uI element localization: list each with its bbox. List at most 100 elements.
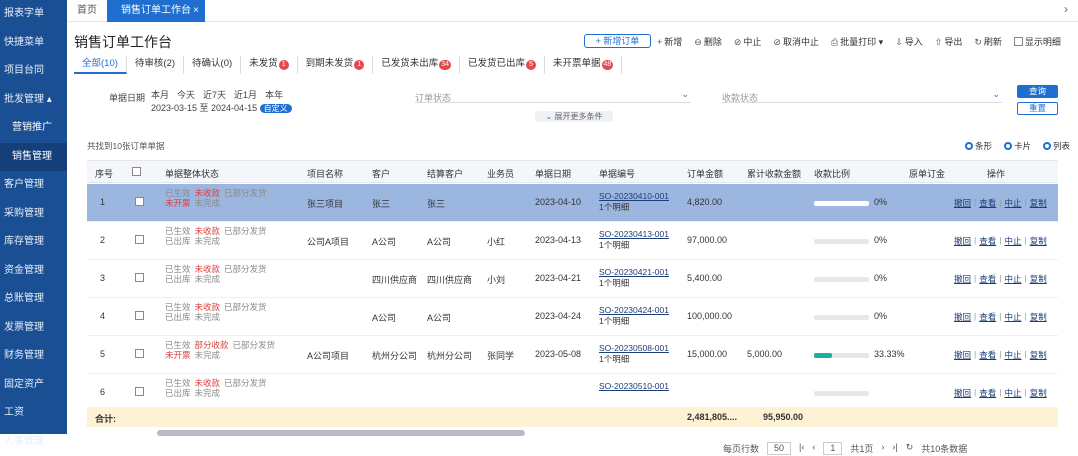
table-row[interactable]: 6已生效未收款已部分发货已出库未完成SO-20230510-001撤回|查看|中… bbox=[87, 374, 1058, 410]
expand-filters-button[interactable]: ⌄ 展开更多条件 bbox=[535, 111, 613, 122]
row-action-0[interactable]: 撤回 bbox=[954, 387, 971, 399]
status-tab-2[interactable]: 待确认(0) bbox=[184, 56, 241, 74]
row-action-1[interactable]: 查看 bbox=[979, 349, 996, 361]
table-row[interactable]: 1已生效未收款已部分发货未开票未完成张三项目张三张三2023-04-10SO-2… bbox=[87, 184, 1058, 222]
new-order-button[interactable]: + 新增订单 bbox=[584, 34, 651, 48]
date-option-2[interactable]: 近7天 bbox=[203, 88, 226, 101]
status-tab-6[interactable]: 已发货已出库5 bbox=[460, 56, 545, 74]
view-option-1[interactable]: 卡片 bbox=[1004, 140, 1031, 152]
last-page-icon[interactable]: ›| bbox=[892, 442, 897, 455]
status-tab-0[interactable]: 全部(10) bbox=[74, 56, 127, 74]
row-action-3[interactable]: 复制 bbox=[1030, 197, 1047, 209]
row-checkbox[interactable] bbox=[135, 311, 146, 321]
row-checkbox[interactable] bbox=[135, 349, 146, 359]
first-page-icon[interactable]: |‹ bbox=[799, 442, 804, 455]
date-option-3[interactable]: 近1月 bbox=[234, 88, 257, 101]
sidebar-item-4[interactable]: 营销推广 bbox=[0, 114, 67, 143]
order-number-link[interactable]: SO-20230424-001 bbox=[599, 305, 669, 316]
row-action-2[interactable]: 中止 bbox=[1004, 197, 1021, 209]
status-tab-1[interactable]: 待审核(2) bbox=[127, 56, 184, 74]
tab-sales-order-workbench[interactable]: 销售订单工作台 × bbox=[107, 0, 205, 22]
next-page-icon[interactable]: › bbox=[881, 442, 884, 455]
sidebar-item-9[interactable]: 资金管理 bbox=[0, 257, 67, 286]
status-tab-3[interactable]: 未发货1 bbox=[241, 56, 298, 74]
row-action-2[interactable]: 中止 bbox=[1004, 349, 1021, 361]
sidebar-item-0[interactable]: 报表字单 bbox=[0, 0, 67, 29]
row-action-3[interactable]: 复制 bbox=[1030, 387, 1047, 399]
sidebar-item-5[interactable]: 销售管理 bbox=[0, 143, 67, 172]
order-number-link[interactable]: SO-20230510-001 bbox=[599, 381, 669, 392]
sidebar-item-13[interactable]: 固定资产 bbox=[0, 371, 67, 400]
view-option-2[interactable]: 列表 bbox=[1043, 140, 1070, 152]
row-action-1[interactable]: 查看 bbox=[979, 311, 996, 323]
table-row[interactable]: 2已生效未收款已部分发货已出库未完成公司A项目A公司A公司小红2023-04-1… bbox=[87, 222, 1058, 260]
row-action-1[interactable]: 查看 bbox=[979, 273, 996, 285]
order-number[interactable]: SO-20230410-0011个明细 bbox=[599, 191, 669, 213]
toolbar-button-7[interactable]: ↻刷新 bbox=[974, 35, 1002, 49]
view-option-0[interactable]: 条形 bbox=[965, 140, 992, 152]
sidebar-item-12[interactable]: 财务管理 bbox=[0, 342, 67, 371]
row-action-0[interactable]: 撤回 bbox=[954, 311, 971, 323]
row-checkbox[interactable] bbox=[135, 197, 146, 207]
order-number[interactable]: SO-20230413-0011个明细 bbox=[599, 229, 669, 251]
row-action-0[interactable]: 撤回 bbox=[954, 235, 971, 247]
row-action-0[interactable]: 撤回 bbox=[954, 349, 971, 361]
query-button[interactable]: 查询 bbox=[1017, 85, 1058, 98]
sidebar-item-10[interactable]: 总账管理 bbox=[0, 285, 67, 314]
row-action-1[interactable]: 查看 bbox=[979, 387, 996, 399]
toolbar-button-3[interactable]: ⊘取消中止 bbox=[773, 35, 819, 49]
sidebar-item-11[interactable]: 发票管理 bbox=[0, 314, 67, 343]
date-range[interactable]: 2023-03-15 至 2024-04-15 自定义 bbox=[151, 101, 292, 114]
chevron-right-icon[interactable]: › bbox=[1064, 2, 1068, 16]
toolbar-button-2[interactable]: ⊘中止 bbox=[734, 35, 762, 49]
table-row[interactable]: 4已生效未收款已部分发货已出库未完成A公司A公司2023-04-24SO-202… bbox=[87, 298, 1058, 336]
refresh-icon[interactable]: ↻ bbox=[906, 442, 914, 455]
row-action-2[interactable]: 中止 bbox=[1004, 273, 1021, 285]
column-header-1[interactable] bbox=[132, 167, 143, 177]
row-checkbox[interactable] bbox=[135, 387, 146, 397]
order-number[interactable]: SO-20230421-0011个明细 bbox=[599, 267, 669, 289]
row-action-0[interactable]: 撤回 bbox=[954, 273, 971, 285]
page-size-select[interactable]: 50 bbox=[767, 442, 791, 455]
toolbar-button-5[interactable]: ⇩导入 bbox=[895, 35, 923, 49]
sidebar-item-7[interactable]: 采购管理 bbox=[0, 200, 67, 229]
sidebar-item-8[interactable]: 库存管理 bbox=[0, 228, 67, 257]
table-row[interactable]: 3已生效未收款已部分发货已出库未完成四川供应商四川供应商小刘2023-04-21… bbox=[87, 260, 1058, 298]
row-checkbox[interactable] bbox=[135, 235, 146, 245]
order-number-link[interactable]: SO-20230508-001 bbox=[599, 343, 669, 354]
horizontal-scrollbar[interactable] bbox=[157, 430, 525, 436]
row-action-1[interactable]: 查看 bbox=[979, 197, 996, 209]
sidebar-item-3[interactable]: 批发管理 ▴ bbox=[0, 86, 67, 115]
toolbar-button-0[interactable]: +新增 bbox=[657, 35, 682, 49]
row-action-1[interactable]: 查看 bbox=[979, 235, 996, 247]
row-action-2[interactable]: 中止 bbox=[1004, 311, 1021, 323]
date-option-1[interactable]: 今天 bbox=[177, 88, 195, 101]
sidebar-item-15[interactable]: 人事管理 bbox=[0, 428, 67, 456]
page-number-input[interactable]: 1 bbox=[823, 442, 842, 455]
reset-button[interactable]: 重置 bbox=[1017, 102, 1058, 115]
status-tab-4[interactable]: 到期未发货1 bbox=[298, 56, 374, 74]
row-action-3[interactable]: 复制 bbox=[1030, 349, 1047, 361]
order-status-select[interactable]: 订单状态 ⌄ bbox=[415, 91, 691, 103]
sidebar-item-14[interactable]: 工资 bbox=[0, 399, 67, 428]
tab-home[interactable]: 首页 bbox=[77, 0, 97, 22]
order-number-link[interactable]: SO-20230421-001 bbox=[599, 267, 669, 278]
order-number[interactable]: SO-20230510-001 bbox=[599, 381, 669, 392]
order-number[interactable]: SO-20230424-0011个明细 bbox=[599, 305, 669, 327]
order-number-link[interactable]: SO-20230413-001 bbox=[599, 229, 669, 240]
date-option-4[interactable]: 本年 bbox=[265, 88, 283, 101]
prev-page-icon[interactable]: ‹ bbox=[812, 442, 815, 455]
order-number-link[interactable]: SO-20230410-001 bbox=[599, 191, 669, 202]
date-option-0[interactable]: 本月 bbox=[151, 88, 169, 101]
row-action-2[interactable]: 中止 bbox=[1004, 387, 1021, 399]
select-all-checkbox[interactable] bbox=[132, 167, 141, 176]
payment-status-select[interactable]: 收款状态 ⌄ bbox=[722, 91, 1002, 103]
status-tab-7[interactable]: 未开票单据48 bbox=[545, 56, 622, 74]
show-detail-checkbox[interactable]: 显示明细 bbox=[1014, 35, 1061, 49]
row-action-0[interactable]: 撤回 bbox=[954, 197, 971, 209]
sidebar-item-1[interactable]: 快捷菜单 bbox=[0, 29, 67, 58]
sidebar-item-6[interactable]: 客户管理 bbox=[0, 171, 67, 200]
toolbar-button-1[interactable]: ⊖删除 bbox=[694, 35, 722, 49]
row-action-3[interactable]: 复制 bbox=[1030, 273, 1047, 285]
row-checkbox[interactable] bbox=[135, 273, 146, 283]
